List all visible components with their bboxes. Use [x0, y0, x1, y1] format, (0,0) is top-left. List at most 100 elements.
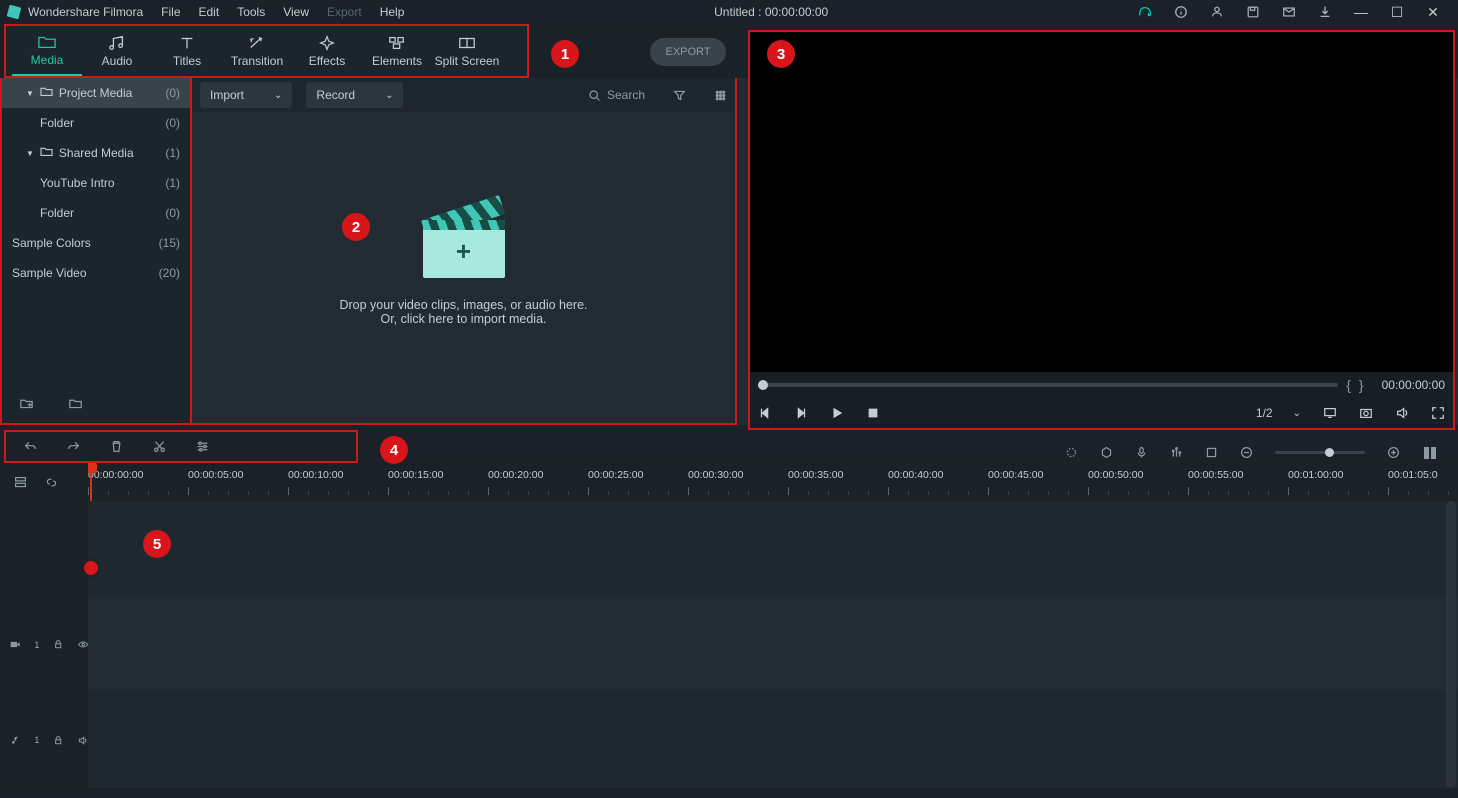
playhead-marker[interactable]: [82, 559, 100, 577]
volume-icon[interactable]: [1395, 406, 1409, 420]
tree-item[interactable]: YouTube Intro(1): [2, 168, 190, 198]
ruler-label: 00:00:25:00: [588, 469, 643, 481]
chevron-down-icon: ⌄: [1293, 408, 1301, 419]
preview-scrubber: { } 00:00:00:00: [750, 372, 1453, 398]
tree-item[interactable]: Sample Colors(15): [2, 228, 190, 258]
playhead[interactable]: [90, 465, 92, 501]
add-folder-icon[interactable]: [20, 397, 33, 410]
track-row[interactable]: [88, 690, 1458, 785]
play-icon[interactable]: [830, 406, 844, 420]
grid-view-icon[interactable]: [714, 89, 727, 102]
eye-icon[interactable]: [78, 638, 88, 651]
annotation-badge-3: 3: [767, 40, 795, 68]
tree-item[interactable]: ▼Shared Media(1): [2, 138, 190, 168]
title-bar: Wondershare Filmora File Edit Tools View…: [0, 0, 1458, 24]
tree-item[interactable]: Folder(0): [2, 108, 190, 138]
zoom-fit-icon[interactable]: [1422, 445, 1438, 461]
scrub-handle[interactable]: [758, 380, 768, 390]
export-button[interactable]: EXPORT: [650, 38, 726, 66]
stop-icon[interactable]: [866, 406, 880, 420]
record-dropdown[interactable]: Record⌄: [306, 82, 403, 108]
tab-audio[interactable]: Audio: [82, 26, 152, 76]
track-row[interactable]: [88, 596, 1458, 691]
tab-media[interactable]: Media: [12, 26, 82, 76]
chevron-down-icon: ▼: [26, 89, 34, 98]
tab-label: Transition: [231, 54, 283, 68]
audio-mixer-icon[interactable]: [1170, 446, 1183, 459]
folder-icon[interactable]: [69, 397, 82, 410]
zoom-in-icon[interactable]: [1387, 446, 1400, 459]
crop-icon[interactable]: [1205, 446, 1218, 459]
snapshot-icon[interactable]: [1359, 406, 1373, 420]
track-header-audio[interactable]: 1: [0, 692, 88, 788]
step-forward-icon[interactable]: [794, 406, 808, 420]
tree-item[interactable]: ▼Project Media(0): [2, 78, 190, 108]
menu-edit[interactable]: Edit: [199, 5, 220, 19]
import-dropdown[interactable]: Import⌄: [200, 82, 292, 108]
search-box[interactable]: Search: [588, 88, 645, 102]
menu-file[interactable]: File: [161, 5, 180, 19]
step-back-icon[interactable]: [758, 406, 772, 420]
lock-icon[interactable]: [53, 638, 63, 651]
tree-count: (1): [165, 146, 180, 160]
folder-icon: [38, 34, 56, 50]
tab-titles[interactable]: Titles: [152, 26, 222, 76]
mail-icon[interactable]: [1282, 5, 1296, 19]
voiceover-icon[interactable]: [1135, 446, 1148, 459]
vertical-scrollbar[interactable]: [1446, 501, 1456, 788]
tab-split-screen[interactable]: Split Screen: [432, 26, 502, 76]
speaker-icon[interactable]: [78, 734, 88, 747]
zoom-slider[interactable]: [1275, 451, 1365, 454]
media-drop-zone[interactable]: + Drop your video clips, images, or audi…: [192, 112, 735, 423]
menu-view[interactable]: View: [283, 5, 309, 19]
cut-icon[interactable]: [153, 440, 166, 453]
zoom-handle[interactable]: [1325, 448, 1334, 457]
download-icon[interactable]: [1318, 5, 1332, 19]
marker-icon[interactable]: [1100, 446, 1113, 459]
playback-quality[interactable]: 1/2⌄: [1256, 406, 1301, 420]
fullscreen-icon[interactable]: [1431, 406, 1445, 420]
ruler-label: 00:00:05:00: [188, 469, 243, 481]
render-icon[interactable]: [1065, 446, 1078, 459]
zoom-out-icon[interactable]: [1240, 446, 1253, 459]
scrub-track[interactable]: [758, 383, 1338, 387]
delete-icon[interactable]: [110, 440, 123, 453]
user-icon[interactable]: [1210, 5, 1224, 19]
close-button[interactable]: ✕: [1426, 4, 1440, 21]
tree-label: Sample Video: [12, 266, 87, 280]
link-icon[interactable]: [45, 476, 58, 489]
track-row[interactable]: [88, 501, 1458, 596]
preview-viewport[interactable]: [750, 32, 1453, 372]
timeline-tracks[interactable]: [88, 501, 1458, 788]
menu-help[interactable]: Help: [380, 5, 405, 19]
display-icon[interactable]: [1323, 406, 1337, 420]
tab-elements[interactable]: Elements: [362, 26, 432, 76]
tracks-icon[interactable]: [14, 476, 27, 489]
undo-icon[interactable]: [24, 440, 37, 453]
tab-transition[interactable]: Transition: [222, 26, 292, 76]
save-icon[interactable]: [1246, 5, 1260, 19]
redo-icon[interactable]: [67, 440, 80, 453]
ruler-label: 00:01:00:00: [1288, 469, 1343, 481]
search-placeholder: Search: [607, 88, 645, 102]
tab-effects[interactable]: Effects: [292, 26, 362, 76]
info-icon[interactable]: [1174, 5, 1188, 19]
headset-icon[interactable]: [1138, 5, 1152, 19]
filter-icon[interactable]: [673, 89, 686, 102]
tree-count: (0): [165, 116, 180, 130]
tree-item[interactable]: Sample Video(20): [2, 258, 190, 288]
timeline-ruler[interactable]: 00:00:00:0000:00:05:0000:00:10:0000:00:1…: [88, 463, 1458, 501]
track-headers: 1 1: [0, 501, 88, 788]
menu-tools[interactable]: Tools: [237, 5, 265, 19]
mark-out-icon[interactable]: }: [1359, 377, 1364, 393]
track-header-video[interactable]: 1: [0, 597, 88, 693]
minimize-button[interactable]: —: [1354, 4, 1368, 20]
mark-in-icon[interactable]: {: [1346, 377, 1351, 393]
maximize-button[interactable]: ☐: [1390, 4, 1404, 21]
audio-track-icon: [10, 734, 20, 747]
settings-icon[interactable]: [196, 440, 209, 453]
ruler-label: 00:00:40:00: [888, 469, 943, 481]
tree-item[interactable]: Folder(0): [2, 198, 190, 228]
lock-icon[interactable]: [53, 734, 63, 747]
tab-label: Media: [31, 53, 64, 67]
